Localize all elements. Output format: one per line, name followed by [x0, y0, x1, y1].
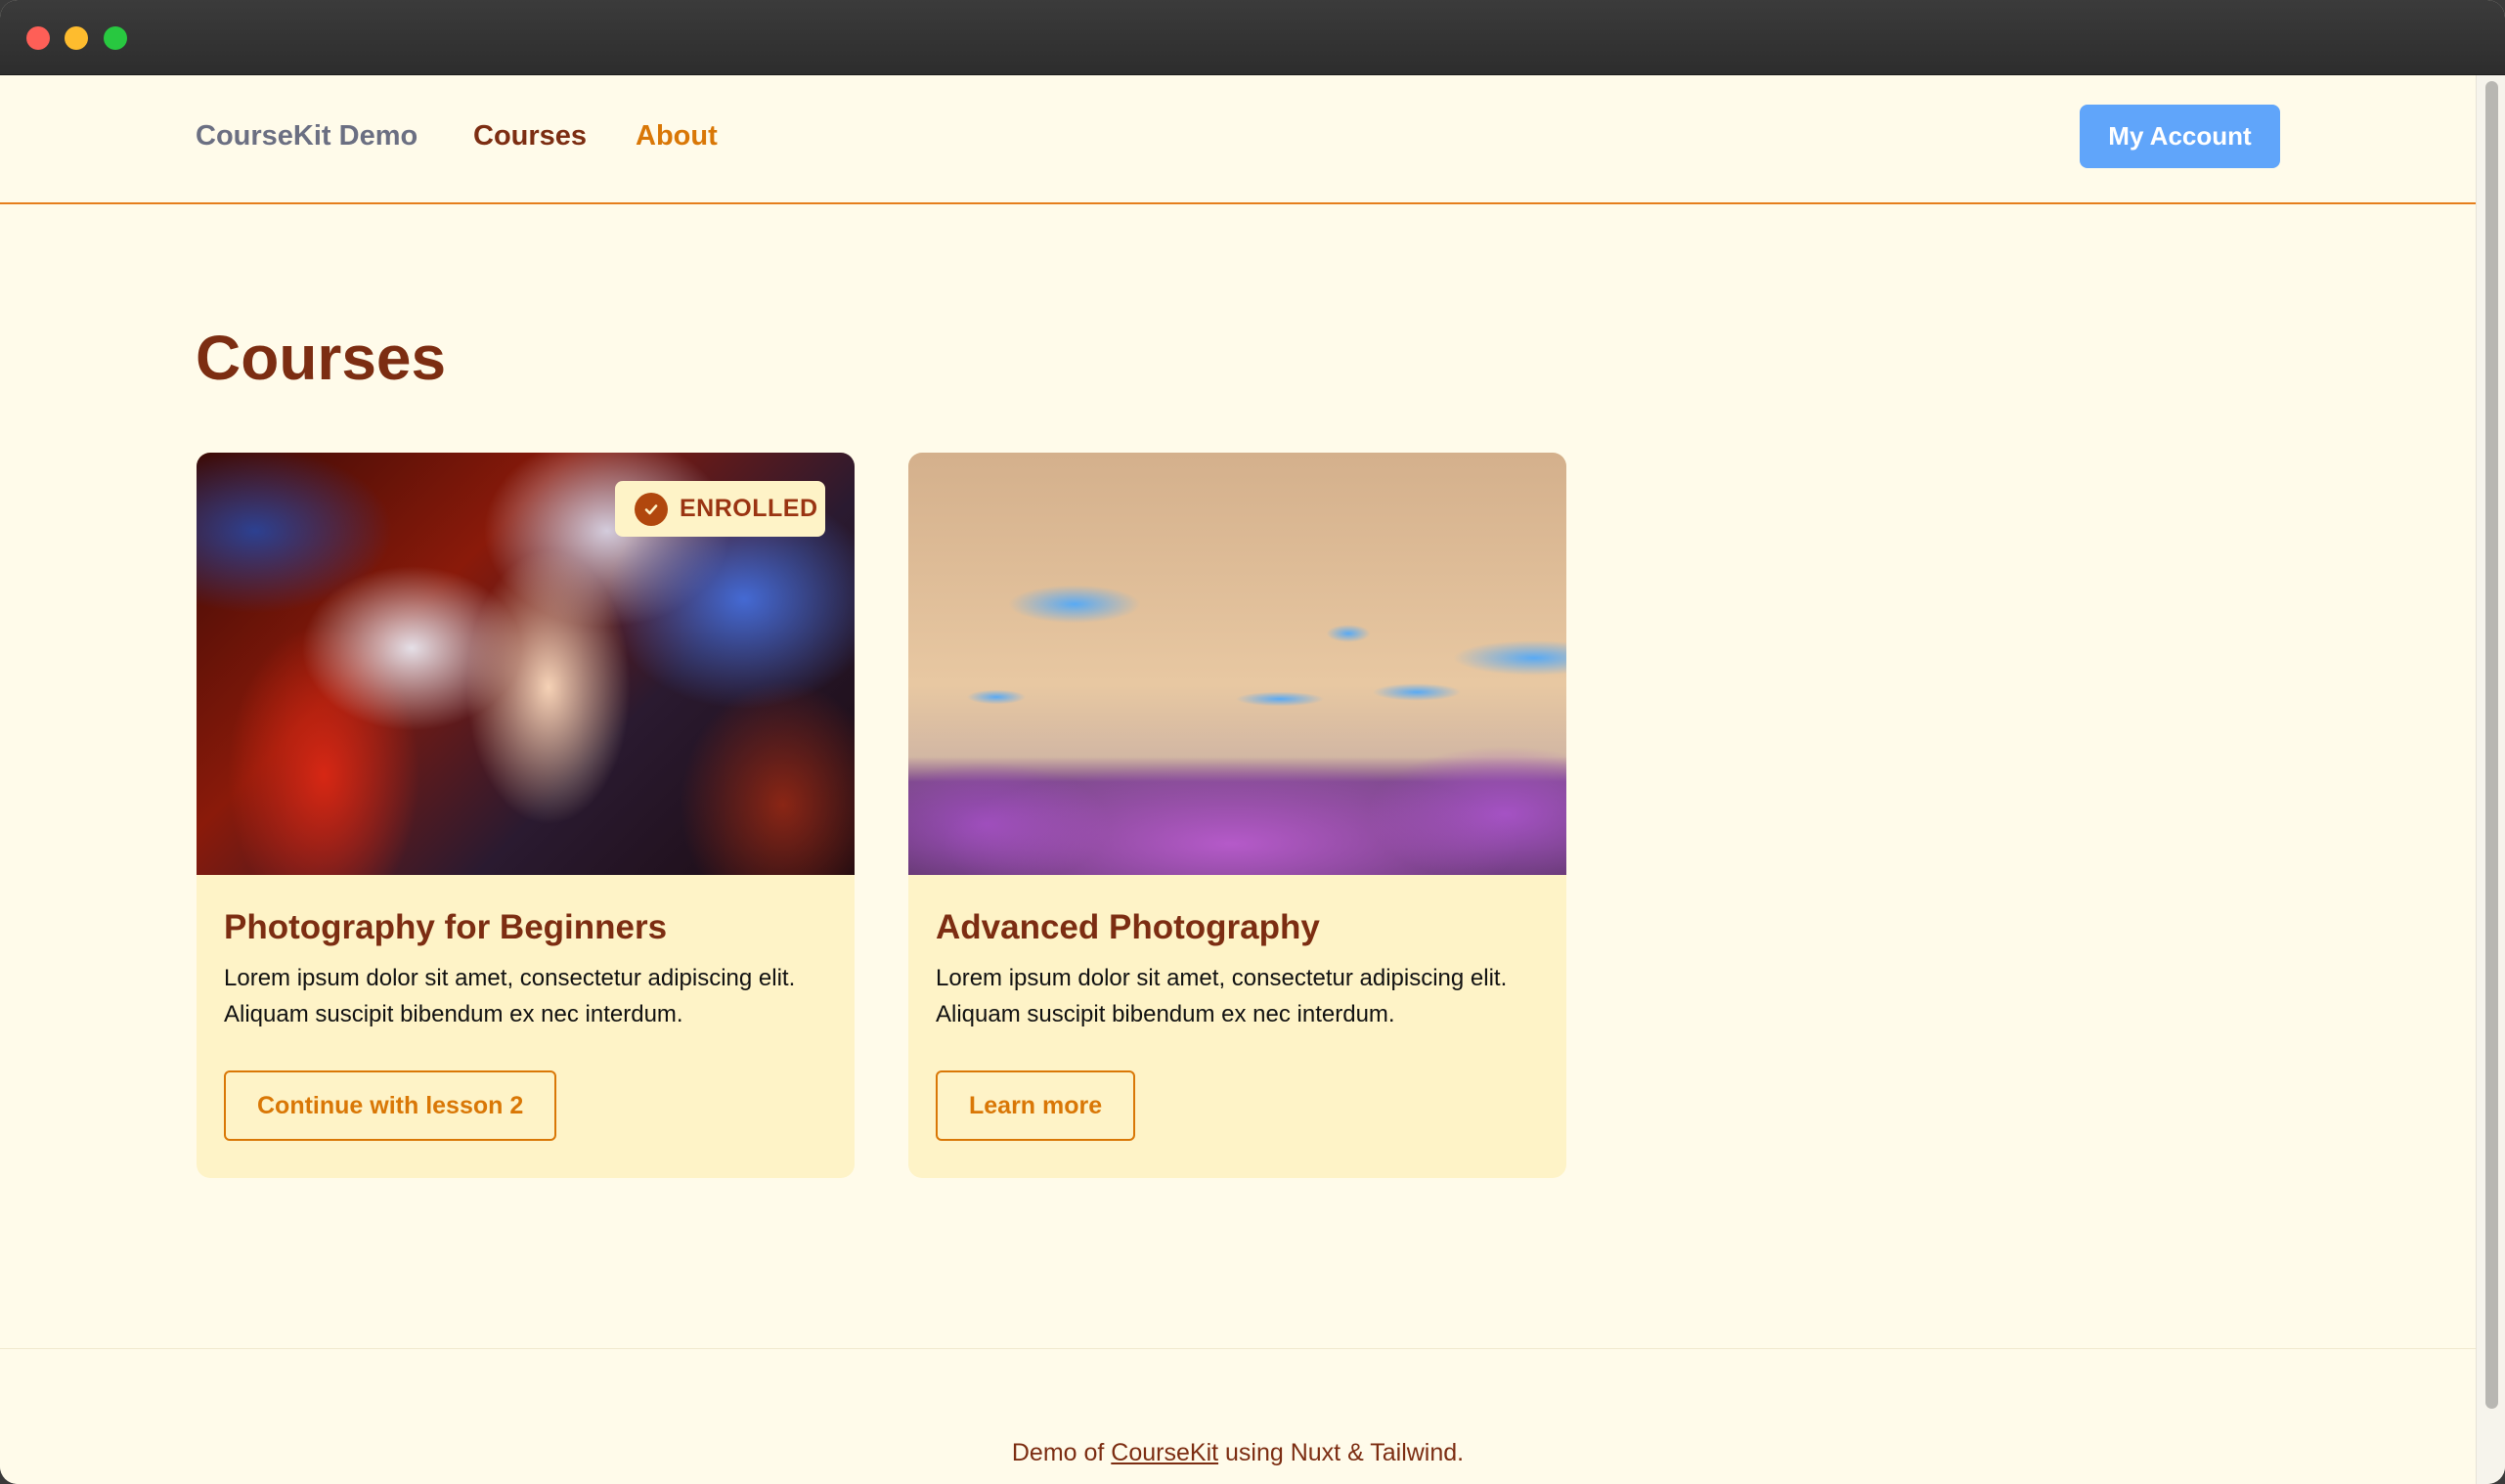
enrolled-badge: ENROLLED [615, 481, 825, 537]
nav-link-about[interactable]: About [636, 120, 718, 153]
my-account-button[interactable]: My Account [2080, 105, 2280, 168]
page-title: Courses [196, 323, 447, 393]
course-description: Lorem ipsum dolor sit amet, consectetur … [936, 965, 1508, 1027]
continue-lesson-button[interactable]: Continue with lesson 2 [224, 1070, 557, 1141]
course-description: Lorem ipsum dolor sit amet, consectetur … [224, 965, 796, 1027]
nav-link-courses[interactable]: Courses [473, 120, 587, 153]
coursekit-link[interactable]: CourseKit [1111, 1439, 1218, 1466]
course-card: Advanced Photography Lorem ipsum dolor s… [908, 453, 1566, 1178]
badge-label: ENROLLED [680, 495, 818, 522]
zoom-window-button[interactable] [104, 26, 127, 50]
learn-more-button[interactable]: Learn more [936, 1070, 1136, 1141]
footer-suffix: using Nuxt & Tailwind. [1218, 1439, 1465, 1466]
navbar: CourseKit Demo Courses About My Account [0, 75, 2476, 204]
footer-prefix: Demo of [1011, 1439, 1112, 1466]
close-window-button[interactable] [26, 26, 50, 50]
title-bar [0, 0, 2505, 75]
browser-window: CourseKit Demo Courses About My Account … [0, 0, 2505, 1484]
course-title[interactable]: Photography for Beginners [224, 908, 667, 947]
course-card: ENROLLED Photography for Beginners Lorem… [197, 453, 855, 1178]
brand-link[interactable]: CourseKit Demo [196, 120, 418, 153]
course-title[interactable]: Advanced Photography [936, 908, 1320, 947]
vertical-scrollbar[interactable] [2476, 75, 2505, 1484]
footer: Demo of CourseKit using Nuxt & Tailwind. [0, 1439, 2476, 1467]
scrollbar-thumb[interactable] [2485, 81, 2498, 1409]
course-image[interactable] [908, 453, 1566, 875]
minimize-window-button[interactable] [65, 26, 88, 50]
footer-divider [0, 1348, 2476, 1349]
check-circle-icon [635, 492, 668, 526]
page-viewport: CourseKit Demo Courses About My Account … [0, 75, 2476, 1484]
